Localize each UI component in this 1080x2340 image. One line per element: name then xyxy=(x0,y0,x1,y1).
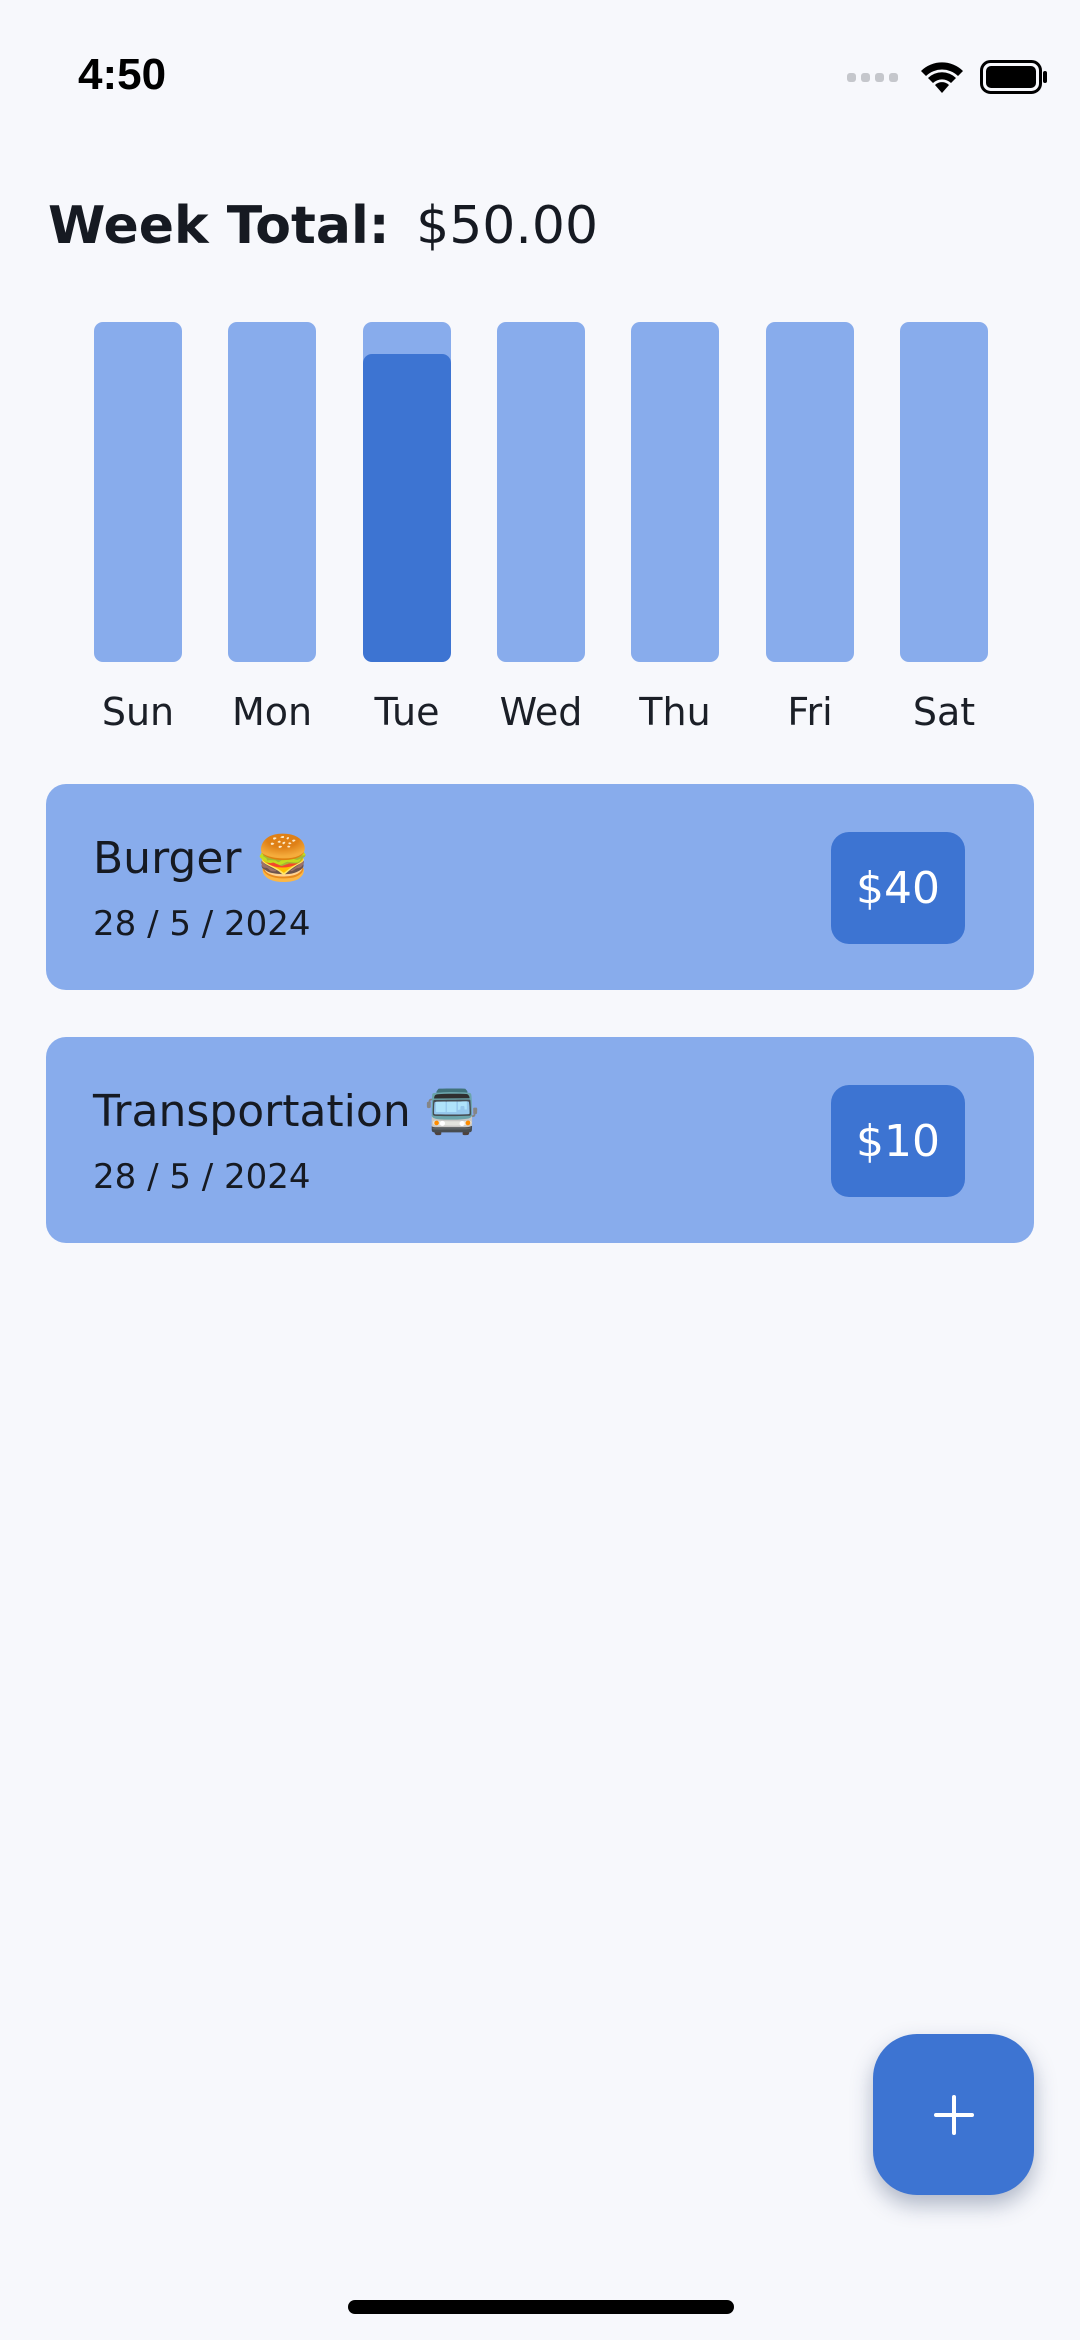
bar-track xyxy=(363,322,451,662)
home-indicator xyxy=(348,2300,734,2314)
bar-track xyxy=(900,322,988,662)
signal-icon xyxy=(847,72,898,82)
battery-icon xyxy=(980,60,1047,94)
expense-date: 28 / 5 / 2024 xyxy=(93,1157,311,1197)
add-expense-button[interactable] xyxy=(873,2034,1034,2195)
week-total-label: Week Total: xyxy=(48,196,390,256)
bar-sat: Sat xyxy=(900,322,988,732)
bar-tue: Tue xyxy=(363,322,451,732)
expense-date: 28 / 5 / 2024 xyxy=(93,904,311,944)
week-total-value: $50.00 xyxy=(416,196,599,256)
wifi-icon xyxy=(921,62,963,93)
expense-title: Transportation 🚍 xyxy=(93,1086,480,1137)
expense-amount-badge: $40 xyxy=(831,832,965,944)
bar-label: Fri xyxy=(787,690,833,732)
bar-track xyxy=(497,322,585,662)
status-time: 4:50 xyxy=(78,50,167,99)
bar-label: Thu xyxy=(639,690,711,732)
bar-fri: Fri xyxy=(766,322,854,732)
weekly-bar-chart: Sun Mon Tue Wed Thu Fri Sat xyxy=(0,322,1080,732)
bar-thu: Thu xyxy=(631,322,719,732)
bar-mon: Mon xyxy=(228,322,316,732)
bar-label: Wed xyxy=(499,690,583,732)
week-total: Week Total: $50.00 xyxy=(48,196,598,256)
bar-track xyxy=(766,322,854,662)
bar-track xyxy=(94,322,182,662)
bar-sun: Sun xyxy=(94,322,182,732)
bar-track xyxy=(228,322,316,662)
bar-label: Sun xyxy=(101,690,175,732)
bar-label: Mon xyxy=(231,690,313,732)
status-icons xyxy=(847,60,1048,94)
bar-label: Sat xyxy=(912,690,976,732)
bar-track xyxy=(631,322,719,662)
expense-title: Burger 🍔 xyxy=(93,833,311,884)
bar-label: Tue xyxy=(374,690,440,732)
bar-wed: Wed xyxy=(497,322,585,732)
expense-card[interactable]: Burger 🍔 28 / 5 / 2024 $40 xyxy=(46,784,1034,990)
expense-card[interactable]: Transportation 🚍 28 / 5 / 2024 $10 xyxy=(46,1037,1034,1243)
bar-fill xyxy=(363,354,451,662)
expense-amount-badge: $10 xyxy=(831,1085,965,1197)
plus-icon xyxy=(933,2094,974,2135)
